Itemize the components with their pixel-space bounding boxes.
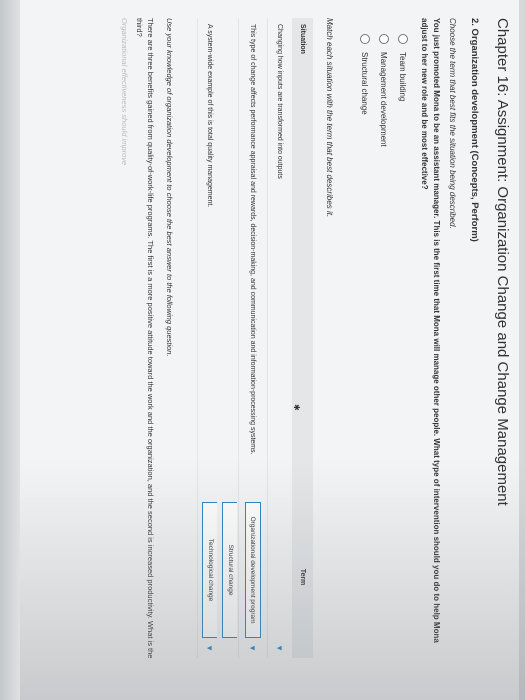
- option-label: Management development: [379, 52, 389, 147]
- option-label: Structural change: [360, 52, 370, 115]
- page-title: Chapter 16: Assignment: Organization Cha…: [494, 18, 511, 506]
- term-select[interactable]: Organizational development program: [245, 502, 261, 639]
- select-option[interactable]: Organizational development program: [250, 517, 257, 624]
- option-management-development[interactable]: Management development: [379, 34, 389, 688]
- table-header: Situation Term: [292, 18, 313, 658]
- header-term: Term: [299, 568, 306, 586]
- part3-question: There are three benefits gained from qua…: [135, 18, 155, 659]
- radio-button[interactable]: [379, 34, 389, 44]
- table-row: Changing how inputs are transformed into…: [267, 18, 292, 658]
- part2-instruction: Match each situation with the term that …: [325, 18, 334, 218]
- table-row: A system-wide example of this is total q…: [197, 18, 222, 658]
- part1-question: You just promoted Mona to be an assistan…: [420, 18, 441, 643]
- table-row: This type of change affects performance …: [238, 18, 267, 658]
- caret-down-icon[interactable]: ▼: [206, 644, 215, 652]
- part3-faded-answer: Organizational effectiveness should impr…: [120, 18, 129, 166]
- situation-text: This type of change affects performance …: [249, 24, 257, 455]
- part3-instruction: Use your knowledge of organization devel…: [165, 18, 174, 357]
- select-option[interactable]: Structural change: [227, 545, 234, 596]
- situation-text: A system-wide example of this is total q…: [206, 24, 214, 208]
- section-heading: 2. Organization development (Concepts, P…: [469, 18, 480, 242]
- term-select[interactable]: Structural change: [222, 502, 238, 639]
- situation-text: Changing how inputs are transformed into…: [276, 24, 284, 179]
- mouse-cursor-icon: ✱: [292, 404, 301, 411]
- part3: Use your knowledge of organization devel…: [119, 18, 175, 678]
- top-border: [519, 0, 525, 700]
- option-team-building[interactable]: Team building: [398, 34, 408, 688]
- option-label: Team building: [398, 52, 408, 102]
- assignment-page: Chapter 16: Assignment: Organization Cha…: [0, 0, 525, 700]
- matching-table: Situation Term Changing how inputs are t…: [197, 18, 313, 658]
- select-option[interactable]: Technological change: [207, 539, 214, 602]
- term-dropdown[interactable]: ▼: [276, 502, 285, 652]
- table-row: Structural change ▼: [222, 18, 238, 658]
- caret-down-icon[interactable]: ▼: [276, 644, 285, 652]
- page-content: Chapter 16: Assignment: Organization Cha…: [119, 18, 511, 688]
- term-select[interactable]: Technological change: [202, 502, 218, 639]
- screen-edge: [0, 0, 20, 700]
- header-situation: Situation: [299, 24, 306, 54]
- part1-instruction: Choose the term that best fits the situa…: [448, 18, 457, 229]
- radio-button[interactable]: [360, 34, 370, 44]
- option-structural-change[interactable]: Structural change: [360, 34, 370, 688]
- radio-button[interactable]: [398, 34, 408, 44]
- caret-down-icon[interactable]: ▼: [249, 644, 258, 652]
